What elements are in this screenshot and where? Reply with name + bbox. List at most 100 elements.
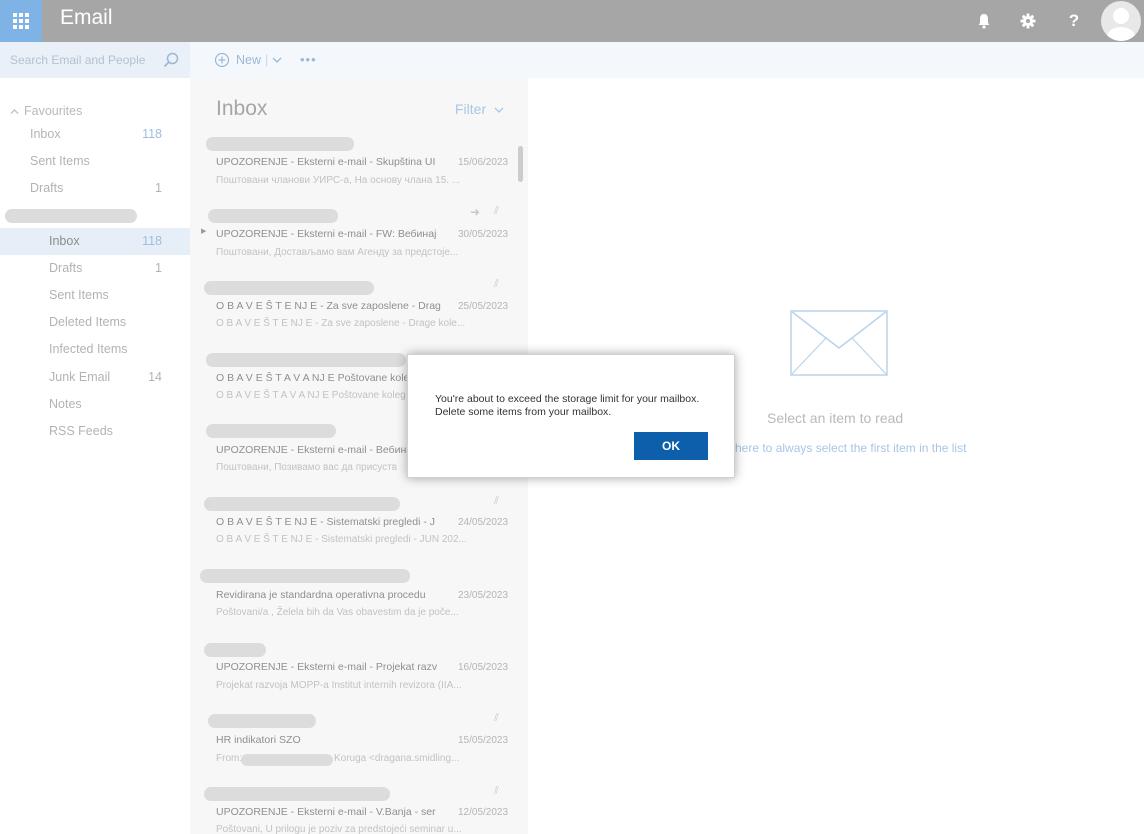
person-icon [1107, 8, 1135, 41]
search-input[interactable]: Search Email and People [10, 53, 145, 67]
folder-label: Notes [49, 397, 82, 411]
message-date: 12/05/2023 [458, 807, 509, 818]
app-launcher-button[interactable] [0, 0, 42, 42]
message-preview: Поштовани, Достављамо вам Агенду за пред… [216, 247, 459, 258]
attachment-icon: ⫽ [494, 712, 499, 724]
message-subject[interactable]: UPOZORENJE - Eksterni e-mail - FW: Вебин… [216, 228, 436, 240]
search-icon[interactable] [163, 52, 179, 68]
message-subject[interactable]: HR indikatori SZO [216, 734, 301, 746]
message-date: 24/05/2023 [458, 517, 509, 528]
dialog-message: You're about to exceed the storage limit… [435, 393, 700, 418]
unread-count: 118 [142, 234, 162, 248]
scrollbar-thumb[interactable] [518, 146, 523, 182]
empty-reading-title: Select an item to read [767, 410, 904, 426]
folder-label: Inbox [49, 234, 80, 248]
redacted-account-name [5, 209, 137, 223]
message-subject[interactable]: O B A V E Š T E NJ E - Sistematski pregl… [216, 516, 435, 528]
item-count: 1 [155, 181, 162, 195]
message-date: 25/05/2023 [458, 301, 509, 312]
item-count: 1 [155, 261, 162, 275]
folder-label: RSS Feeds [49, 424, 113, 438]
forwarded-icon: ➜ [470, 205, 481, 219]
redacted-sender [206, 137, 354, 151]
message-preview: O B A V E Š T E NJ E - Sistematski pregl… [216, 534, 467, 545]
more-actions-button[interactable]: ••• [300, 52, 317, 67]
envelope-icon [790, 310, 888, 376]
folder-drafts[interactable]: Drafts 1 [0, 255, 190, 282]
settings-button[interactable] [1006, 0, 1050, 42]
redacted-sender [206, 353, 406, 367]
message-preview: Poštovani, U prilogu je poziv za predsto… [216, 824, 462, 834]
folder-deleted-items[interactable]: Deleted Items [0, 309, 190, 336]
redacted-sender [208, 714, 316, 728]
message-subject[interactable]: UPOZORENJE - Eksterni e-mail - Projekat … [216, 661, 437, 673]
message-preview: Поштовани чланови УИРС-а, На основу члан… [216, 175, 461, 186]
chevron-up-icon [10, 109, 19, 114]
expand-thread-icon[interactable]: ▶ [201, 227, 206, 235]
redacted-sender [208, 209, 338, 223]
list-scrollbar[interactable] [517, 130, 525, 830]
attachment-icon: ⫽ [494, 495, 499, 507]
new-message-button[interactable]: New | [214, 52, 282, 68]
folder-sent-items[interactable]: Sent Items [0, 282, 190, 309]
bell-icon [978, 14, 990, 29]
favourites-header[interactable]: Favourites [10, 104, 82, 118]
favourite-sent-items[interactable]: Sent Items [0, 148, 190, 175]
folder-rss-feeds[interactable]: RSS Feeds [0, 418, 190, 445]
folder-label: Deleted Items [49, 315, 127, 329]
redacted-sender [241, 754, 333, 766]
redacted-sender [200, 569, 410, 583]
message-preview: Koruga <dragana.smidling... [334, 753, 460, 764]
ok-button[interactable]: OK [634, 432, 708, 460]
folder-infected-items[interactable]: Infected Items [0, 336, 190, 363]
favourites-label: Favourites [24, 104, 83, 118]
new-button-label: New [236, 53, 262, 67]
attachment-icon: ⫽ [494, 205, 499, 217]
filter-label: Filter [455, 101, 487, 117]
message-date: 23/05/2023 [458, 590, 509, 601]
filter-button[interactable]: Filter [455, 101, 504, 117]
list-title: Inbox [216, 97, 268, 120]
favourite-inbox[interactable]: Inbox 118 [0, 121, 190, 148]
folder-label: Drafts [30, 181, 64, 195]
avatar [1101, 1, 1141, 41]
message-preview: Projekat razvoja MOPP-a Institut interni… [216, 680, 462, 691]
message-date: 16/05/2023 [458, 662, 509, 673]
chevron-down-icon[interactable] [272, 56, 282, 64]
message-subject[interactable]: UPOZORENJE - Eksterni e-mail - Skupština… [216, 156, 435, 168]
folder-notes[interactable]: Notes [0, 391, 190, 418]
help-button[interactable]: ? [1052, 0, 1096, 42]
folder-inbox[interactable]: Inbox 118 [0, 228, 190, 255]
folder-label: Sent Items [49, 288, 109, 302]
redacted-sender [204, 643, 266, 657]
favourite-drafts[interactable]: Drafts 1 [0, 175, 190, 202]
message-preview: O B A V E Š T A V A NJ E Poštovane koleg [216, 390, 406, 401]
search-box[interactable]: Search Email and People [0, 42, 190, 78]
user-avatar-button[interactable] [1098, 0, 1144, 42]
storage-limit-dialog: You're about to exceed the storage limit… [407, 354, 735, 478]
redacted-sender [206, 424, 336, 438]
attachment-icon: ⫽ [494, 785, 499, 797]
app-title: Email [60, 6, 113, 29]
notifications-button[interactable] [962, 0, 1006, 42]
message-subject[interactable]: UPOZORENJE - Eksterni e-mail - Вебина [216, 444, 412, 456]
chevron-down-icon [494, 107, 504, 113]
message-preview-prefix: From: [216, 753, 243, 764]
message-preview: Poštovani/a , Želela bih da Vas obavesti… [216, 607, 459, 618]
folder-label: Drafts [49, 261, 83, 275]
message-subject[interactable]: UPOZORENJE - Eksterni e-mail - V.Banja -… [216, 806, 436, 818]
message-subject[interactable]: O B A V E Š T A V A NJ E Poštovane kole [216, 372, 409, 384]
redacted-sender [204, 497, 400, 511]
redacted-sender [204, 281, 374, 295]
select-first-item-link[interactable]: here to always select the first item in … [735, 441, 966, 455]
folder-label: Junk Email [49, 370, 111, 384]
unread-count: 118 [142, 127, 162, 141]
message-subject[interactable]: Revidirana je standardna operativna proc… [216, 589, 426, 601]
folder-label: Sent Items [30, 154, 90, 168]
message-date: 15/05/2023 [458, 735, 509, 746]
folder-junk-email[interactable]: Junk Email 14 [0, 364, 190, 391]
waffle-icon [13, 13, 29, 29]
new-button-separator: | [265, 53, 269, 67]
message-date: 15/06/2023 [458, 157, 509, 168]
message-subject[interactable]: O B A V E Š T E NJ E - Za sve zaposlene … [216, 300, 441, 312]
